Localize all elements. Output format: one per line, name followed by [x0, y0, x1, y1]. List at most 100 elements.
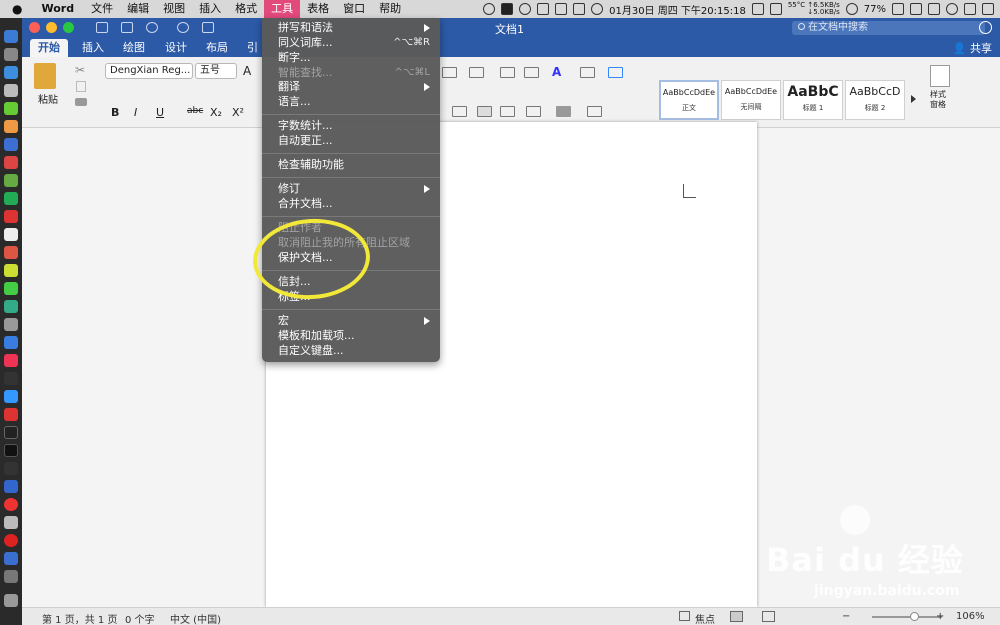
mirror-icon[interactable] [751, 3, 764, 15]
focus-icon[interactable] [679, 611, 690, 621]
text-direction-icon[interactable]: A [552, 66, 567, 78]
monitor-icon[interactable] [555, 3, 568, 15]
menu-item-spelling-grammar[interactable]: 拼写和语法 [278, 21, 333, 35]
cut-icon[interactable]: ✂ [75, 63, 85, 77]
netease-icon[interactable] [4, 534, 18, 547]
monitor-app-icon[interactable] [4, 462, 18, 475]
apple-logo-icon[interactable]: ● [0, 0, 31, 18]
maps-icon[interactable] [4, 192, 18, 205]
italic-button[interactable]: I [134, 106, 137, 119]
menu-table[interactable]: 表格 [300, 0, 336, 18]
style-heading-2[interactable]: AaBbCcD 标题 2 [845, 80, 905, 120]
tab-design[interactable]: 设计 [157, 39, 195, 57]
launchpad-icon[interactable] [4, 48, 18, 61]
menu-item-merge-documents[interactable]: 合并文档... [278, 197, 333, 211]
battery-icon[interactable] [892, 3, 904, 15]
calendar-icon[interactable] [4, 156, 18, 169]
justify-icon[interactable] [477, 106, 492, 117]
line-spacing-icon[interactable] [526, 106, 541, 117]
strikethrough-button[interactable]: abc [187, 106, 203, 116]
menu-item-thesaurus[interactable]: 同义词库... [278, 36, 333, 50]
zoom-slider[interactable] [872, 616, 942, 618]
spotlight-search-icon[interactable] [946, 3, 958, 15]
mail-icon[interactable] [4, 138, 18, 151]
font-name-select[interactable]: DengXian Reg... [105, 63, 193, 79]
menu-item-autocorrect[interactable]: 自动更正... [278, 134, 333, 148]
trash-icon[interactable] [4, 594, 18, 607]
clock-text[interactable]: 01月30日 周四 下午20:15:18 [609, 2, 746, 17]
safari-icon[interactable] [4, 66, 18, 79]
app-menu-word[interactable]: Word [31, 0, 84, 18]
chrome-icon[interactable] [4, 120, 18, 133]
document-icon[interactable] [4, 228, 18, 241]
font-size-select[interactable]: 五号 [195, 63, 237, 79]
display-icon[interactable] [573, 3, 586, 15]
word-dock-icon[interactable] [4, 336, 18, 349]
messages-icon[interactable] [4, 282, 18, 295]
menu-item-translate[interactable]: 翻译 [278, 80, 300, 94]
web-layout-icon[interactable] [762, 611, 775, 622]
s-app-icon[interactable] [501, 3, 514, 15]
vpn-icon[interactable] [4, 480, 18, 493]
zoom-in-button[interactable]: + [936, 611, 944, 622]
menu-window[interactable]: 窗口 [336, 0, 372, 18]
menu-item-word-count[interactable]: 字数统计... [278, 119, 333, 133]
menu-item-customize-keyboard[interactable]: 自定义键盘... [278, 344, 344, 358]
decrease-indent-icon[interactable] [500, 67, 515, 78]
style-heading-1[interactable]: AaBbC 标题 1 [783, 80, 843, 120]
paste-label[interactable]: 粘贴 [38, 91, 58, 106]
copy-icon[interactable] [76, 81, 86, 92]
menu-item-language[interactable]: 语言... [278, 95, 311, 109]
superscript-button[interactable]: X² [232, 106, 244, 119]
menu-file[interactable]: 文件 [84, 0, 120, 18]
folder-icon[interactable] [4, 516, 18, 529]
menu-tools[interactable]: 工具 [264, 0, 301, 18]
align-right-icon[interactable] [452, 106, 467, 117]
notes-icon[interactable] [4, 174, 18, 187]
style-no-spacing[interactable]: AaBbCcDdEe 无间隔 [721, 80, 781, 120]
paste-icon[interactable] [34, 63, 56, 89]
zoom-level[interactable]: 106% [956, 611, 985, 622]
finder-icon[interactable] [4, 30, 18, 43]
close-window-icon[interactable] [29, 22, 40, 33]
menu-item-macro[interactable]: 宏 [278, 314, 289, 328]
lock-icon[interactable] [928, 3, 940, 15]
underline-button[interactable]: U [156, 106, 164, 119]
control-center-icon[interactable] [982, 3, 994, 15]
word-doc-icon[interactable] [4, 552, 18, 565]
input-source-icon[interactable] [769, 3, 782, 15]
sidebar-icon[interactable] [96, 22, 108, 33]
terminal-icon[interactable] [4, 426, 18, 439]
books-icon[interactable] [4, 246, 18, 259]
distributed-icon[interactable] [500, 106, 515, 117]
search-input[interactable]: 在文档中搜索 [792, 21, 985, 35]
page-count[interactable]: 第 1 页，共 1 页 [42, 611, 117, 625]
menu-item-hyphenation[interactable]: 断字... [278, 51, 311, 65]
print-icon[interactable] [202, 22, 214, 33]
share-button[interactable]: 👤 共享 [953, 40, 992, 56]
zoom-slider-knob[interactable] [910, 612, 919, 621]
system-stats[interactable]: 55°C ↑6.5KB/s ↓5.0KB/s [788, 2, 840, 16]
globe-icon[interactable] [519, 3, 532, 15]
activity-icon[interactable] [4, 444, 18, 457]
shading-icon[interactable] [556, 106, 571, 117]
increase-indent-icon[interactable] [524, 67, 539, 78]
camera-icon[interactable] [4, 318, 18, 331]
star-icon[interactable] [964, 3, 976, 15]
word-count[interactable]: 0 个字 [125, 611, 155, 625]
tab-draw[interactable]: 绘图 [115, 39, 153, 57]
music-note-icon[interactable] [537, 3, 550, 15]
downloads-icon[interactable] [4, 570, 18, 583]
grow-font-button[interactable]: A [243, 64, 251, 78]
style-normal[interactable]: AaBbCcDdEe 正文 [659, 80, 719, 120]
menu-view[interactable]: 视图 [156, 0, 192, 18]
menu-insert[interactable]: 插入 [192, 0, 228, 18]
subscript-button[interactable]: X₂ [210, 106, 222, 119]
menu-item-track-changes[interactable]: 修订 [278, 182, 300, 196]
styles-pane-label[interactable]: 样式 窗格 [930, 90, 946, 110]
menu-edit[interactable]: 编辑 [120, 0, 156, 18]
feedback-smiley-icon[interactable] [979, 21, 992, 34]
borders-icon[interactable] [587, 106, 602, 117]
zoom-out-button[interactable]: − [842, 611, 850, 622]
styles-scroll-icon[interactable] [911, 95, 916, 103]
